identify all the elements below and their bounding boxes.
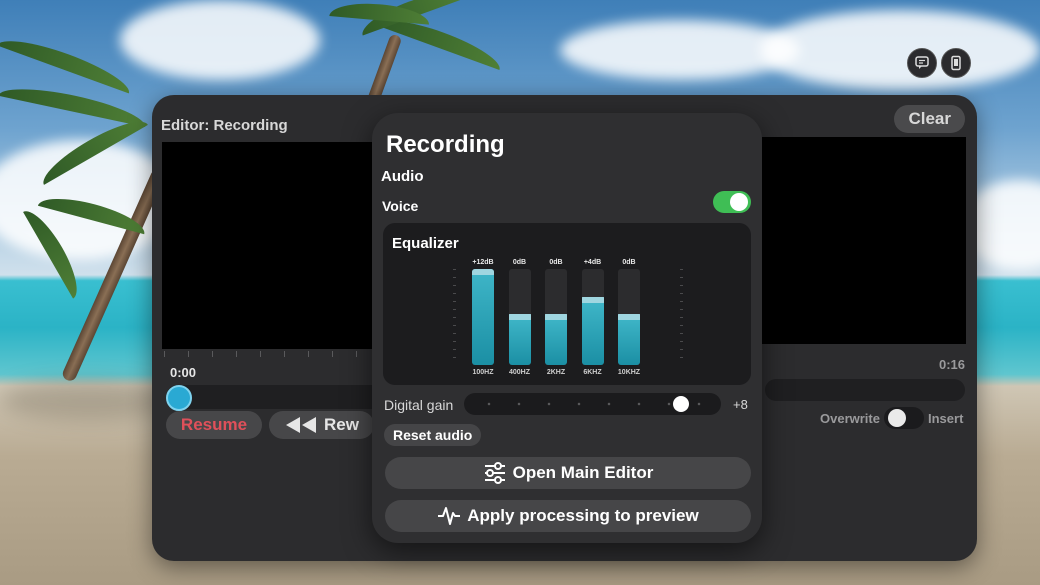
eq-band-handle[interactable] — [581, 296, 604, 303]
panel-title: Recording — [386, 131, 505, 158]
rew-label: Rew — [324, 415, 359, 434]
open-main-editor-button[interactable]: Open Main Editor — [385, 457, 751, 489]
eq-band-value: 0dB — [512, 259, 527, 266]
audio-section-label: Audio — [381, 168, 424, 185]
voice-label: Voice — [382, 198, 419, 214]
eq-band-fill — [581, 299, 604, 365]
video-preview-right — [762, 137, 966, 344]
eq-band-slider[interactable] — [508, 269, 531, 365]
apply-processing-button[interactable]: Apply processing to preview — [385, 500, 751, 532]
eq-band-value: +4dB — [583, 259, 602, 266]
equalizer-bands: +12dB 100HZ 0dB 400HZ 0dB 2KHZ +4dB 6KHZ 0dB 10KH… — [383, 223, 751, 385]
voice-toggle[interactable] — [713, 191, 751, 213]
eq-band-handle[interactable] — [618, 314, 640, 320]
eq-band-slider[interactable] — [581, 269, 604, 365]
time-end: 0:16 — [938, 357, 965, 372]
eq-band-handle[interactable] — [508, 314, 531, 320]
eq-band-slider[interactable] — [545, 269, 567, 365]
eq-band-frequency: 400HZ — [508, 369, 530, 376]
rewind-icon — [286, 417, 317, 433]
apply-processing-label: Apply processing to preview — [467, 506, 699, 525]
device-button[interactable] — [941, 48, 971, 78]
eq-band-value: 0dB — [549, 259, 563, 266]
timeline-ticks — [164, 351, 384, 357]
eq-band-value: +12dB — [472, 259, 494, 266]
eq-band-fill — [545, 317, 567, 365]
video-preview-left — [162, 142, 377, 349]
sliders-icon — [484, 462, 505, 484]
digital-gain-value: +8 — [733, 397, 748, 412]
editor-title: Editor: Recording — [161, 117, 288, 134]
eq-band-fill — [472, 269, 494, 365]
equalizer-box: Equalizer +12dB 100HZ 0dB 400HZ 0dB 2KHZ +4dB 6… — [383, 223, 751, 385]
eq-scale-dots — [680, 269, 683, 365]
cloud — [760, 10, 1040, 90]
phone-device-icon — [951, 55, 961, 71]
timeline-scrubber[interactable] — [166, 385, 386, 409]
overwrite-label: Overwrite — [820, 411, 880, 426]
playhead-knob[interactable] — [166, 385, 192, 411]
eq-band-handle[interactable] — [472, 269, 494, 275]
eq-band-handle[interactable] — [545, 314, 567, 320]
palm-frond — [0, 30, 135, 94]
eq-band-frequency: 100HZ — [472, 369, 494, 376]
reset-audio-button[interactable]: Reset audio — [384, 424, 482, 446]
rew-button[interactable]: Rew — [269, 411, 374, 439]
time-start: 0:00 — [170, 365, 197, 380]
eq-scale-dots — [453, 269, 456, 365]
timeline-scrubber-right[interactable] — [765, 379, 965, 401]
chat-bubble-icon — [915, 56, 929, 69]
insert-label: Insert — [928, 411, 964, 426]
eq-band-fill — [618, 317, 640, 365]
eq-band-frequency: 6KHZ — [583, 369, 602, 376]
clear-button[interactable]: Clear — [894, 105, 965, 133]
eq-band-slider[interactable] — [618, 269, 640, 365]
eq-band-fill — [508, 317, 531, 365]
resume-button[interactable]: Resume — [166, 411, 262, 439]
eq-band-frequency: 2KHZ — [546, 369, 566, 376]
cloud — [120, 0, 320, 80]
overwrite-insert-toggle[interactable] — [884, 407, 924, 429]
digital-gain-knob[interactable] — [673, 396, 689, 412]
recording-panel: Recording Audio Voice Equalizer +12dB 100… — [372, 113, 762, 543]
open-main-editor-label: Open Main Editor — [512, 463, 654, 482]
waveform-icon — [438, 507, 461, 525]
eq-band-frequency: 10KHZ — [617, 369, 641, 376]
chat-button[interactable] — [907, 48, 937, 78]
eq-band-slider[interactable] — [472, 269, 494, 365]
eq-band-value: 0dB — [622, 259, 636, 266]
digital-gain-label: Digital gain — [384, 397, 454, 413]
